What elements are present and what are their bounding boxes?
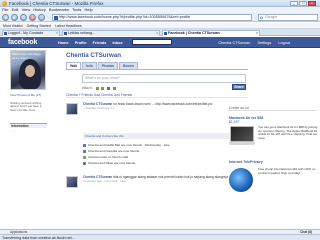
activity-text: Chentia and Fadhil Bali are now friends …: [88, 143, 170, 147]
macbook-image[interactable]: [229, 126, 255, 148]
friends-icon: [83, 161, 86, 165]
tab-favicon-icon: [164, 32, 167, 35]
profile-bio: Nothing ventured nothing gained. And if …: [10, 101, 42, 112]
feed-filter[interactable]: Chentia + Friends Just Chentia Just Frie…: [66, 93, 248, 98]
facebook-favicon-icon: [54, 16, 58, 20]
macbook-screen: [230, 126, 254, 142]
friends-icon: [83, 143, 86, 147]
status-bar: Transferring data from creative.ak.fbcdn…: [0, 234, 320, 240]
ad-macbook-price: $1,197: [229, 120, 240, 124]
share-button[interactable]: Share: [232, 84, 246, 90]
likes-box[interactable]: Chentia and 3 others like this: [83, 133, 233, 139]
facebook-logo[interactable]: facebook: [8, 39, 37, 46]
tab-info[interactable]: Info: [82, 62, 97, 69]
account-name-link[interactable]: Chentia CTSurwan: [218, 41, 250, 45]
wall-post: Chentia CTSurwan no rindu kwan-kwan nuri…: [66, 102, 248, 133]
tab-close-icon[interactable]: ×: [256, 31, 258, 36]
facebook-header: facebook Home Profile Friends Inbox Chen…: [0, 37, 320, 48]
post-body: Chentia CTSurwan bila ni nganggar alang …: [83, 175, 247, 184]
post-body: Chentia CTSurwan no rindu kwan-kwan nuri…: [83, 102, 247, 111]
ad-internet-text: Free cheap international calls with vOIP…: [258, 167, 316, 175]
tab-photos[interactable]: Photos: [97, 62, 119, 69]
search-bar[interactable]: G Google: [258, 14, 318, 21]
activity-text: Chentia wrote on Nurul's wall: [88, 155, 128, 159]
window-titlebar: Facebook | Chentia CTSurwan - Mozilla Fi…: [0, 0, 320, 7]
ad-internet-title[interactable]: Internet TelePrivacy: [229, 160, 263, 164]
nav-profile[interactable]: Profile: [75, 41, 87, 45]
tab-logged[interactable]: Logged - My Contacts ×: [2, 30, 60, 36]
close-button[interactable]: ×: [308, 1, 316, 6]
stop-icon[interactable]: ×: [29, 14, 36, 21]
tab-boxes[interactable]: Boxes: [119, 62, 138, 69]
activity-item: Chentia wrote on Nurul's wall: [83, 155, 128, 159]
link-attach-icon[interactable]: [107, 86, 111, 90]
tab-bar: Logged - My Contacts × Letkiss sebang...…: [0, 29, 320, 36]
nav-friends[interactable]: Friends: [93, 41, 107, 45]
search-placeholder: Google: [265, 15, 278, 19]
maximize-button[interactable]: □: [299, 1, 307, 6]
minimize-button[interactable]: _: [290, 1, 298, 6]
activity-text: Chentia and Dilias are now friends: [88, 161, 136, 165]
reload-icon[interactable]: ↻: [20, 14, 27, 21]
nav-inbox[interactable]: Inbox: [112, 41, 122, 45]
video-attach-icon[interactable]: [101, 86, 105, 90]
address-bar[interactable]: http://www.facebook.com/home.php?#/profi…: [52, 14, 252, 21]
profile-tabs: Wall Info Photos Boxes: [66, 62, 139, 69]
nav-home[interactable]: Home: [58, 41, 69, 45]
navigation-toolbar: ◄ ► ↻ × ⌂ http://www.facebook.com/home.p…: [0, 13, 320, 22]
attach-label: Attach:: [82, 86, 93, 90]
activity-item: Chentia and Fadhil Bali are now friends …: [83, 143, 169, 147]
facebook-search-input[interactable]: [132, 39, 172, 45]
facebook-account-links: Chentia CTSurwan Settings Logout: [212, 40, 290, 45]
more-attach-icon[interactable]: [113, 86, 117, 90]
profile-photo-face: [25, 65, 35, 77]
tab-label: Letkiss sebang...: [68, 31, 95, 35]
tab-facebook[interactable]: Facebook | Chentia CTSurwan ×: [162, 30, 260, 36]
activity-text: Chentia and Nuredita are now friends: [88, 149, 140, 153]
wall-post: Chentia CTSurwan bila ni nganggar alang …: [66, 175, 248, 198]
tab-label: Facebook | Chentia CTSurwan: [168, 31, 220, 35]
post-meta: 4 minutes ago · Comment · Like: [83, 178, 126, 183]
back-icon[interactable]: ◄: [2, 14, 9, 21]
tab-label: Logged - My Contacts: [8, 31, 44, 35]
information-header: Information: [10, 123, 47, 128]
tab-wall[interactable]: Wall: [66, 62, 82, 69]
forward-icon[interactable]: ►: [11, 14, 18, 21]
view-photos-link[interactable]: View Photos of Me (37): [10, 93, 41, 97]
home-icon[interactable]: ⌂: [38, 14, 45, 21]
profile-name: Chentia CTSurwan: [66, 52, 122, 59]
attach-row: Attach:: [82, 86, 117, 90]
google-icon: G: [260, 15, 264, 20]
globe-icon[interactable]: [229, 168, 253, 192]
information-box: ·······: [10, 129, 17, 133]
profile-tabs-divider: [66, 69, 248, 70]
profile-photo-caption: Show mecy and Nappy as my dream...: [12, 52, 41, 60]
tab-favicon-icon: [64, 32, 67, 35]
ad-macbook-text: You can get a Macbook Air for $98 by joi…: [258, 125, 318, 140]
activity-item: Chentia and Nuredita are now friends: [83, 149, 139, 153]
post-text: bila ni nganggar alang aslasar nok perna…: [113, 175, 228, 179]
facebook-nav: Home Profile Friends Inbox: [58, 40, 128, 45]
tab-close-icon[interactable]: ×: [156, 31, 158, 36]
activity-item: Chentia and Dilias are now friends: [83, 161, 135, 165]
avatar[interactable]: [66, 176, 78, 188]
tab-close-icon[interactable]: ×: [56, 31, 58, 36]
tab-letkiss[interactable]: Letkiss sebang... ×: [62, 30, 160, 36]
window-title: Facebook | Chentia CTSurwan - Mozilla Fi…: [9, 1, 104, 6]
status-composer-input[interactable]: What's on your mind?: [82, 74, 246, 83]
tab-favicon-icon: [4, 32, 7, 35]
post-meta: <-Sunday, February 2->: [83, 105, 115, 110]
settings-link[interactable]: Settings: [258, 41, 272, 45]
logout-link[interactable]: Logout: [278, 41, 290, 45]
wall-icon: [83, 155, 86, 159]
create-ad-link[interactable]: Create an Ad: [229, 106, 317, 111]
post-text: no rindu kwan-kwan nurin ... http://www.…: [113, 102, 213, 106]
address-url: http://www.facebook.com/home.php?#/profi…: [59, 15, 191, 19]
friends-icon: [83, 149, 86, 153]
macbook-base: [229, 142, 255, 145]
avatar[interactable]: [66, 103, 78, 115]
firefox-icon: [2, 1, 7, 6]
photo-attach-icon[interactable]: [95, 86, 99, 90]
